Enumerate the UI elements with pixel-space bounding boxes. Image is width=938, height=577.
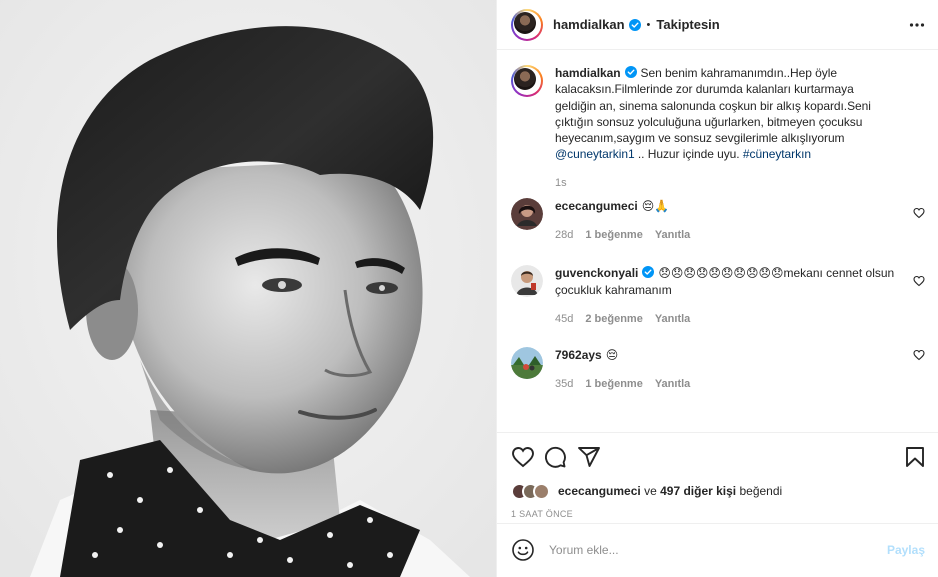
post-actions: ececangumeci ve 497 diğer kişi beğendi 1… [497, 432, 938, 575]
add-comment-bar: Paylaş [497, 523, 938, 575]
verified-badge-icon [628, 18, 641, 31]
hashtag-link[interactable]: #cüneytarkın [743, 147, 811, 161]
caption-username[interactable]: hamdialkan [555, 66, 621, 80]
comment-meta: 28d 1 beğenme Yanıtla [555, 229, 895, 241]
reply-button[interactable]: Yanıtla [655, 313, 690, 325]
comment-age[interactable]: 45d [555, 313, 573, 325]
commenter-username[interactable]: 7962ays [555, 348, 602, 362]
author-username[interactable]: hamdialkan [553, 17, 625, 32]
bookmark-icon[interactable] [903, 445, 927, 469]
comment-likes[interactable]: 1 beğenme [585, 229, 642, 241]
comment-age[interactable]: 35d [555, 378, 573, 390]
verified-badge-icon [624, 66, 637, 78]
mention-link[interactable]: @cuneytarkin1 [555, 147, 635, 161]
comment-text: 😔 [605, 348, 619, 362]
following-button[interactable]: Takiptesin [656, 17, 719, 32]
emoji-icon[interactable] [511, 538, 535, 562]
comments-section[interactable]: hamdialkan Sen benim kahramanımdın..Hep ö… [497, 51, 938, 431]
likes-connector: ve [644, 484, 657, 498]
post-caption: hamdialkan Sen benim kahramanımdın..Hep ö… [511, 65, 925, 189]
liker-avatar[interactable] [533, 482, 550, 500]
post-image[interactable] [0, 0, 496, 577]
comment-age[interactable]: 28d [555, 229, 573, 241]
post-side-panel: hamdialkan • Takiptesin hamdialkan Sen be… [496, 0, 938, 577]
commenter-avatar[interactable] [511, 265, 543, 297]
reply-button[interactable]: Yanıtla [655, 229, 690, 241]
commenter-username[interactable]: ececangumeci [555, 199, 638, 213]
share-comment-button[interactable]: Paylaş [887, 543, 925, 557]
comment-icon[interactable] [543, 445, 567, 469]
commenter-avatar[interactable] [511, 347, 543, 379]
separator-dot: • [646, 18, 651, 31]
comment-meta: 35d 1 beğenme Yanıtla [555, 378, 895, 390]
commenter-avatar[interactable] [511, 198, 543, 230]
caption-time[interactable]: 1s [555, 177, 925, 189]
instagram-post: hamdialkan • Takiptesin hamdialkan Sen be… [0, 0, 938, 577]
verified-badge-icon [642, 266, 655, 278]
author-avatar[interactable] [511, 8, 543, 41]
reply-button[interactable]: Yanıtla [655, 378, 690, 390]
comment-likes[interactable]: 2 beğenme [585, 313, 642, 325]
first-liker[interactable]: ececangumeci [558, 484, 641, 498]
caption-text: hamdialkan Sen benim kahramanımdın..Hep ö… [555, 65, 895, 163]
commenter-username[interactable]: guvenckonyali [555, 266, 638, 280]
post-header: hamdialkan • Takiptesin [497, 0, 938, 50]
likes-suffix: beğendi [739, 484, 783, 498]
share-icon[interactable] [577, 445, 601, 469]
post-time[interactable]: 1 SAAT ÖNCE [511, 509, 573, 519]
caption-body-2: .. Huzur içinde uyu. [634, 147, 743, 162]
caption-avatar[interactable] [511, 65, 543, 97]
comment-input[interactable] [549, 542, 887, 557]
action-icons [511, 445, 925, 471]
more-options-icon[interactable] [909, 17, 925, 33]
comment-text: 😔🙏 [641, 199, 670, 213]
portrait-photo [0, 0, 496, 577]
heart-icon[interactable] [913, 275, 925, 287]
comment-likes[interactable]: 1 beğenme [585, 378, 642, 390]
heart-icon[interactable] [913, 349, 925, 361]
likes-summary: ececangumeci ve 497 diğer kişi beğendi [511, 481, 782, 501]
comment-meta: 45d 2 beğenme Yanıtla [555, 313, 895, 325]
heart-icon[interactable] [511, 445, 535, 469]
other-likers[interactable]: 497 diğer kişi [660, 484, 736, 498]
heart-icon[interactable] [913, 207, 925, 219]
